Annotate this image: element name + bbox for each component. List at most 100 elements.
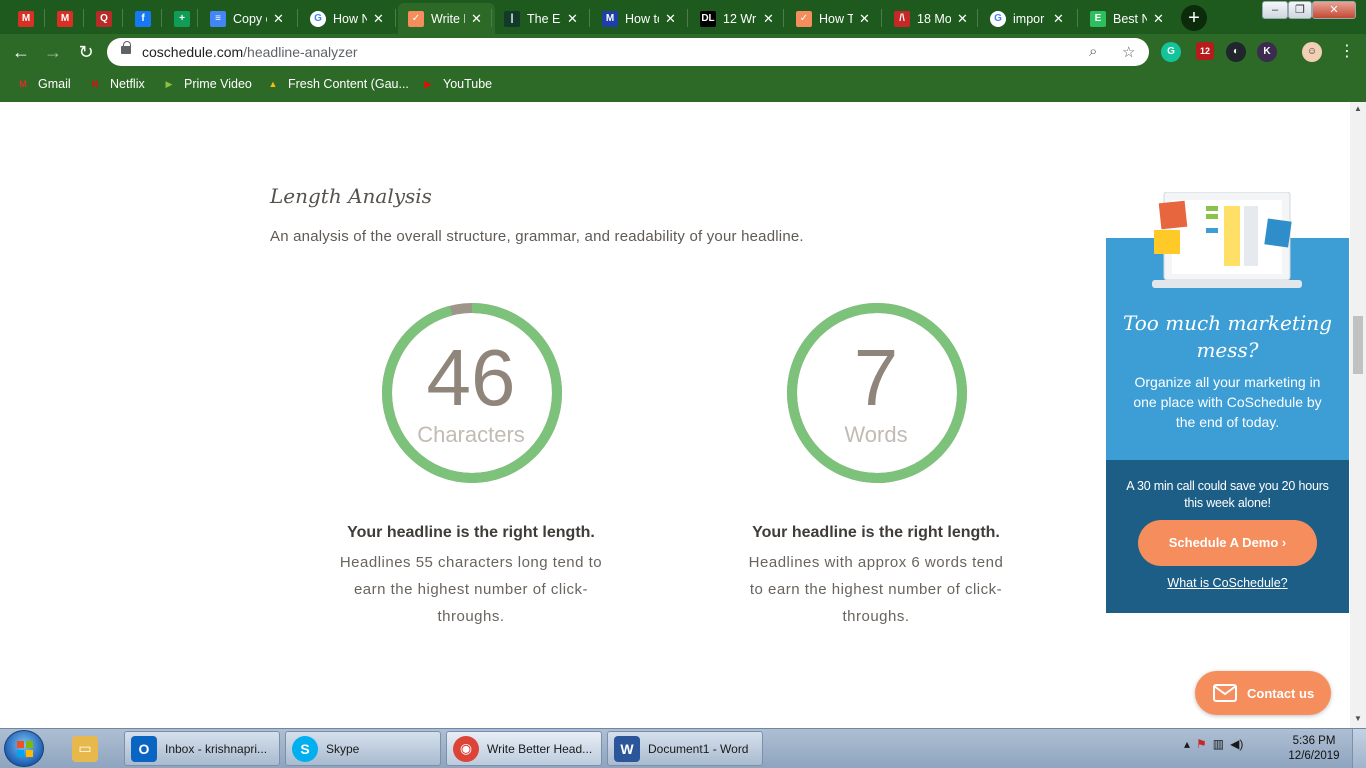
evernote-icon: E — [1090, 10, 1106, 27]
medium-icon: M — [602, 10, 618, 27]
browser-tab[interactable]: E Best N ✕ — [1080, 3, 1177, 34]
extension-icon[interactable]: K — [1257, 42, 1277, 62]
bookmark-item[interactable]: ▲ Fresh Content (Gau... — [266, 77, 409, 91]
browser-tab[interactable]: + — [164, 3, 200, 34]
browser-tab[interactable]: G How N ✕ — [300, 3, 397, 34]
youtube-icon: ▶ — [424, 78, 432, 89]
taskbar-button[interactable]: ◉ Write Better Head... — [446, 731, 602, 766]
scroll-thumb[interactable] — [1353, 316, 1363, 374]
taskbar-button[interactable]: S Skype — [285, 731, 441, 766]
taskbar-button[interactable]: W Document1 - Word — [607, 731, 763, 766]
schedule-demo-button[interactable]: Schedule A Demo › — [1138, 520, 1317, 566]
address-bar[interactable]: coschedule.com/headline-analyzer ⌕ ☆ — [107, 38, 1149, 66]
browser-tab[interactable]: DL 12 Wr ✕ — [690, 3, 787, 34]
system-clock[interactable]: 5:36 PM 12/6/2019 — [1282, 734, 1346, 764]
start-button[interactable] — [4, 730, 44, 767]
tab-close-icon[interactable]: ✕ — [665, 11, 676, 27]
browser-tab[interactable]: f — [125, 3, 161, 34]
tab-title: 12 Wr — [723, 11, 757, 26]
tab-close-icon[interactable]: ✕ — [373, 11, 384, 27]
gmail-icon: M — [19, 79, 27, 89]
tab-separator — [44, 9, 45, 27]
browser-tab[interactable]: ≡ Copy o ✕ — [200, 3, 297, 34]
what-is-coschedule-link[interactable]: What is CoSchedule? — [1106, 576, 1349, 590]
browser-tab[interactable]: M — [8, 3, 44, 34]
forward-button[interactable]: → — [42, 41, 64, 63]
taskbar-label: Skype — [326, 741, 360, 756]
windows-logo-icon — [17, 741, 33, 757]
google-docs-icon: ≡ — [210, 10, 226, 27]
bookmark-star-icon[interactable]: ☆ — [1122, 43, 1135, 61]
system-tray: ▴ ⚑ ▥ ◀) — [1184, 737, 1249, 751]
bookmark-item[interactable]: ▶ YouTube — [421, 77, 493, 91]
browser-tab[interactable]: M — [47, 3, 83, 34]
browser-tab[interactable]: ✓ How T ✕ — [786, 3, 883, 34]
ad-bottom-panel: A 30 min call could save you 20 hours th… — [1106, 460, 1349, 613]
scroll-down-icon[interactable]: ▼ — [1350, 712, 1366, 726]
reload-button[interactable]: ↻ — [75, 41, 97, 63]
tab-title: How T — [819, 11, 853, 26]
browser-tab[interactable]: | The Es ✕ — [494, 3, 591, 34]
tab-close-icon[interactable]: ✕ — [859, 11, 870, 27]
section-title: Length Analysis — [270, 184, 432, 208]
contact-us-button[interactable]: Contact us — [1195, 671, 1331, 715]
google-drive-icon: ▲ — [268, 79, 278, 89]
taskbar-button[interactable]: O Inbox - krishnapri... — [124, 731, 280, 766]
quora-icon: Q — [96, 10, 112, 27]
ad-body: Organize all your marketing in one place… — [1133, 374, 1322, 430]
profile-avatar[interactable]: ☺ — [1302, 42, 1322, 62]
tab-close-icon[interactable]: ✕ — [471, 11, 482, 27]
maximize-button[interactable]: ❐ — [1288, 1, 1312, 19]
browser-tab[interactable]: Q — [86, 3, 122, 34]
tab-close-icon[interactable]: ✕ — [957, 11, 968, 27]
bookmark-label: Prime Video — [184, 77, 252, 91]
extension-icon[interactable]: 12 — [1196, 42, 1214, 60]
action-center-icon[interactable]: ⚑ — [1196, 737, 1207, 751]
close-window-button[interactable]: ✕ — [1312, 1, 1356, 19]
outlook-icon: O — [131, 735, 157, 762]
tab-close-icon[interactable]: ✕ — [1053, 11, 1064, 27]
ad-note: A 30 min call could save you 20 hours th… — [1126, 479, 1329, 510]
browser-tab[interactable]: /\ 18 Mo ✕ — [884, 3, 981, 34]
new-tab-button[interactable]: + — [1181, 5, 1207, 31]
volume-icon[interactable]: ◀) — [1230, 737, 1243, 751]
tab-separator — [491, 9, 492, 27]
bookmark-item[interactable]: N Netflix — [88, 77, 145, 91]
gmail-icon: M — [18, 10, 34, 27]
tab-close-icon[interactable]: ✕ — [567, 11, 578, 27]
page-scrollbar[interactable]: ▲ ▼ — [1350, 102, 1366, 728]
browser-tab[interactable]: ✓ Write B ✕ — [398, 3, 495, 34]
browser-tab[interactable]: Gimpor ✕ — [980, 3, 1077, 34]
bookmark-item[interactable]: ▶ Prime Video — [162, 77, 252, 91]
words-label: Words — [844, 422, 908, 447]
word-icon: W — [614, 735, 640, 762]
tab-separator — [881, 9, 882, 27]
extension-icon[interactable]: ◐ — [1226, 42, 1246, 62]
gmail-icon: M — [57, 10, 73, 27]
tab-close-icon[interactable]: ✕ — [273, 11, 284, 27]
bookmark-item[interactable]: M Gmail — [16, 77, 70, 91]
taskbar-label: Document1 - Word — [648, 741, 749, 756]
show-desktop-button[interactable] — [1352, 729, 1366, 768]
tab-title: The Es — [527, 11, 561, 26]
tray-expand-icon[interactable]: ▴ — [1184, 737, 1190, 751]
facebook-icon: f — [135, 10, 151, 27]
tab-close-icon[interactable]: ✕ — [1153, 11, 1164, 27]
site-icon: | — [504, 10, 520, 27]
network-icon[interactable]: ▥ — [1213, 737, 1224, 751]
taskbar-button[interactable]: ▭ — [66, 731, 114, 766]
tab-separator — [687, 9, 688, 27]
scroll-up-icon[interactable]: ▲ — [1350, 102, 1366, 116]
bookmark-label: YouTube — [443, 77, 493, 91]
grammarly-icon[interactable]: G — [1161, 42, 1181, 62]
tab-title: Best N — [1113, 11, 1147, 26]
zoom-icon[interactable]: ⌕ — [1089, 43, 1097, 60]
menu-icon[interactable]: ⋮ — [1336, 41, 1358, 63]
minimize-button[interactable]: – — [1262, 1, 1288, 19]
tab-close-icon[interactable]: ✕ — [763, 11, 774, 27]
browser-tab[interactable]: M How to ✕ — [592, 3, 689, 34]
back-button[interactable]: ← — [10, 41, 32, 63]
coschedule-icon: ✓ — [408, 10, 424, 27]
words-count: 7 — [853, 333, 899, 422]
tab-separator — [197, 9, 198, 27]
